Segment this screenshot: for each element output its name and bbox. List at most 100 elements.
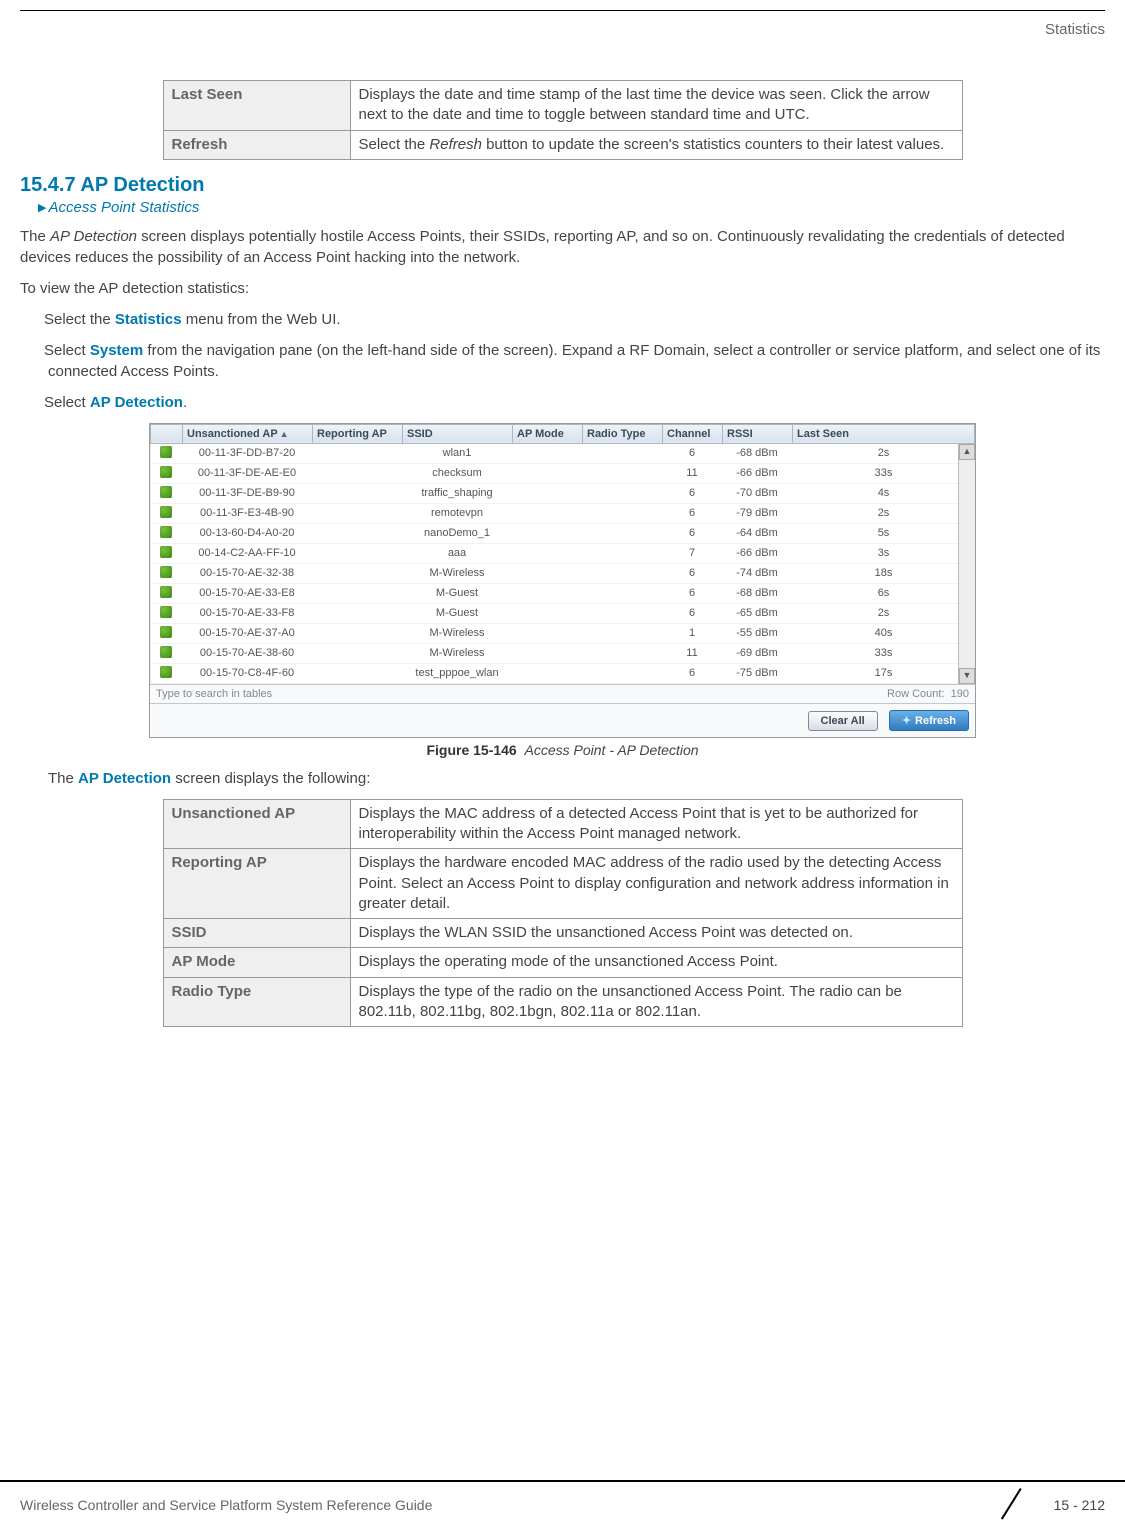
scroll-down-icon[interactable]: ▼	[959, 668, 975, 684]
cell-channel: 6	[662, 663, 722, 683]
status-icon	[160, 486, 172, 498]
cell-ssid: M-Wireless	[402, 623, 512, 643]
table-row[interactable]: 00-15-70-AE-33-F8M-Guest6-65 dBm2s	[150, 603, 975, 623]
footer-title: Wireless Controller and Service Platform…	[20, 1497, 432, 1513]
cell-mac: 00-15-70-AE-37-A0	[182, 623, 312, 643]
cell-radiotype	[582, 643, 662, 663]
cell-rssi: -70 dBm	[722, 483, 792, 503]
cell-mac: 00-15-70-AE-38-60	[182, 643, 312, 663]
table-row[interactable]: 00-11-3F-DE-AE-E0checksum11-66 dBm33s	[150, 463, 975, 483]
cell-apmode	[512, 543, 582, 563]
cell-mac: 00-14-C2-AA-FF-10	[182, 543, 312, 563]
status-icon	[160, 646, 172, 658]
cell-reporting	[312, 523, 402, 543]
table-search-input[interactable]: Type to search in tables	[156, 688, 272, 700]
clear-all-button[interactable]: Clear All	[808, 711, 878, 731]
table-row[interactable]: 00-11-3F-DD-B7-20wlan16-68 dBm2s	[150, 444, 975, 464]
table-row[interactable]: 00-15-70-C8-4F-60test_pppoe_wlan6-75 dBm…	[150, 663, 975, 683]
table-row[interactable]: 00-14-C2-AA-FF-10aaa7-66 dBm3s	[150, 543, 975, 563]
def-key: Radio Type	[163, 977, 350, 1027]
col-label: Unsanctioned AP	[187, 428, 278, 440]
cell-ssid: test_pppoe_wlan	[402, 663, 512, 683]
cell-reporting	[312, 483, 402, 503]
breadcrumb-text: Access Point Statistics	[48, 199, 199, 216]
cell-apmode	[512, 583, 582, 603]
cell-radiotype	[582, 523, 662, 543]
cell-radiotype	[582, 543, 662, 563]
cell-apmode	[512, 623, 582, 643]
col-radio-type[interactable]: Radio Type	[583, 424, 663, 443]
grid-body[interactable]: 00-11-3F-DD-B7-20wlan16-68 dBm2s00-11-3F…	[150, 444, 975, 684]
cell-channel: 6	[662, 603, 722, 623]
col-channel[interactable]: Channel	[663, 424, 723, 443]
vertical-scrollbar[interactable]: ▲ ▼	[958, 444, 975, 684]
cell-mac: 00-15-70-AE-32-38	[182, 563, 312, 583]
cell-lastseen: 2s	[792, 603, 975, 623]
scroll-up-icon[interactable]: ▲	[959, 444, 975, 460]
cell-channel: 11	[662, 643, 722, 663]
cell-radiotype	[582, 563, 662, 583]
col-reporting-ap[interactable]: Reporting AP	[313, 424, 403, 443]
text: Select	[44, 394, 90, 411]
cell-mac: 00-13-60-D4-A0-20	[182, 523, 312, 543]
text: from the navigation pane (on the left-ha…	[48, 342, 1100, 380]
table-row[interactable]: 00-11-3F-DE-B9-90traffic_shaping6-70 dBm…	[150, 483, 975, 503]
cell-apmode	[512, 603, 582, 623]
table-row[interactable]: 00-13-60-D4-A0-20nanoDemo_16-64 dBm5s	[150, 523, 975, 543]
table-row[interactable]: 00-15-70-AE-32-38M-Wireless6-74 dBm18s	[150, 563, 975, 583]
cell-radiotype	[582, 623, 662, 643]
cell-reporting	[312, 663, 402, 683]
def-val: Displays the type of the radio on the un…	[350, 977, 962, 1027]
cell-mac: 00-11-3F-DE-AE-E0	[182, 463, 312, 483]
def-val: Displays the hardware encoded MAC addres…	[350, 849, 962, 919]
status-icon	[160, 526, 172, 538]
col-rssi[interactable]: RSSI	[723, 424, 793, 443]
table-row[interactable]: 00-15-70-AE-37-A0M-Wireless1-55 dBm40s	[150, 623, 975, 643]
cell-apmode	[512, 483, 582, 503]
cell-reporting	[312, 623, 402, 643]
col-last-seen[interactable]: Last Seen	[793, 424, 975, 443]
figure-number: Figure 15-146	[426, 742, 516, 758]
def-val: Displays the operating mode of the unsan…	[350, 948, 962, 977]
text: button to update the screen's statistics…	[482, 136, 944, 153]
cell-radiotype	[582, 663, 662, 683]
cell-reporting	[312, 583, 402, 603]
table-row[interactable]: 00-11-3F-E3-4B-90remotevpn6-79 dBm2s	[150, 503, 975, 523]
keyword: AP Detection	[90, 394, 183, 411]
section-heading: 15.4.7 AP Detection	[20, 174, 1105, 197]
row-count: Row Count: 190	[887, 688, 969, 700]
cell-lastseen: 2s	[792, 444, 975, 464]
figure-title: Access Point - AP Detection	[525, 742, 699, 758]
cell-mac: 00-15-70-C8-4F-60	[182, 663, 312, 683]
footer-divider-icon	[1022, 1490, 1046, 1520]
cell-apmode	[512, 663, 582, 683]
text-italic: AP Detection	[50, 228, 137, 245]
table-row[interactable]: 00-15-70-AE-38-60M-Wireless11-69 dBm33s	[150, 643, 975, 663]
cell-rssi: -55 dBm	[722, 623, 792, 643]
col-ssid[interactable]: SSID	[403, 424, 513, 443]
refresh-label: Refresh	[915, 715, 956, 727]
def-key: Reporting AP	[163, 849, 350, 919]
col-ap-mode[interactable]: AP Mode	[513, 424, 583, 443]
cell-reporting	[312, 463, 402, 483]
cell-lastseen: 17s	[792, 663, 975, 683]
status-icon	[160, 546, 172, 558]
text: menu from the Web UI.	[182, 311, 341, 328]
step-number: 1	[20, 309, 44, 330]
status-icon	[160, 466, 172, 478]
status-icon	[160, 446, 172, 458]
cell-channel: 7	[662, 543, 722, 563]
cell-lastseen: 3s	[792, 543, 975, 563]
table-row[interactable]: 00-15-70-AE-33-E8M-Guest6-68 dBm6s	[150, 583, 975, 603]
step-number: 2	[20, 340, 44, 361]
col-icon[interactable]	[151, 424, 183, 443]
paragraph: The AP Detection screen displays the fol…	[48, 768, 1105, 789]
cell-radiotype	[582, 444, 662, 464]
cell-ssid: checksum	[402, 463, 512, 483]
step-number: 3	[20, 392, 44, 413]
def-val: Displays the date and time stamp of the …	[350, 81, 962, 131]
refresh-button[interactable]: ✦Refresh	[889, 710, 969, 731]
cell-rssi: -66 dBm	[722, 543, 792, 563]
col-unsanctioned-ap[interactable]: Unsanctioned AP▲	[183, 424, 313, 443]
sort-asc-icon: ▲	[280, 429, 289, 439]
